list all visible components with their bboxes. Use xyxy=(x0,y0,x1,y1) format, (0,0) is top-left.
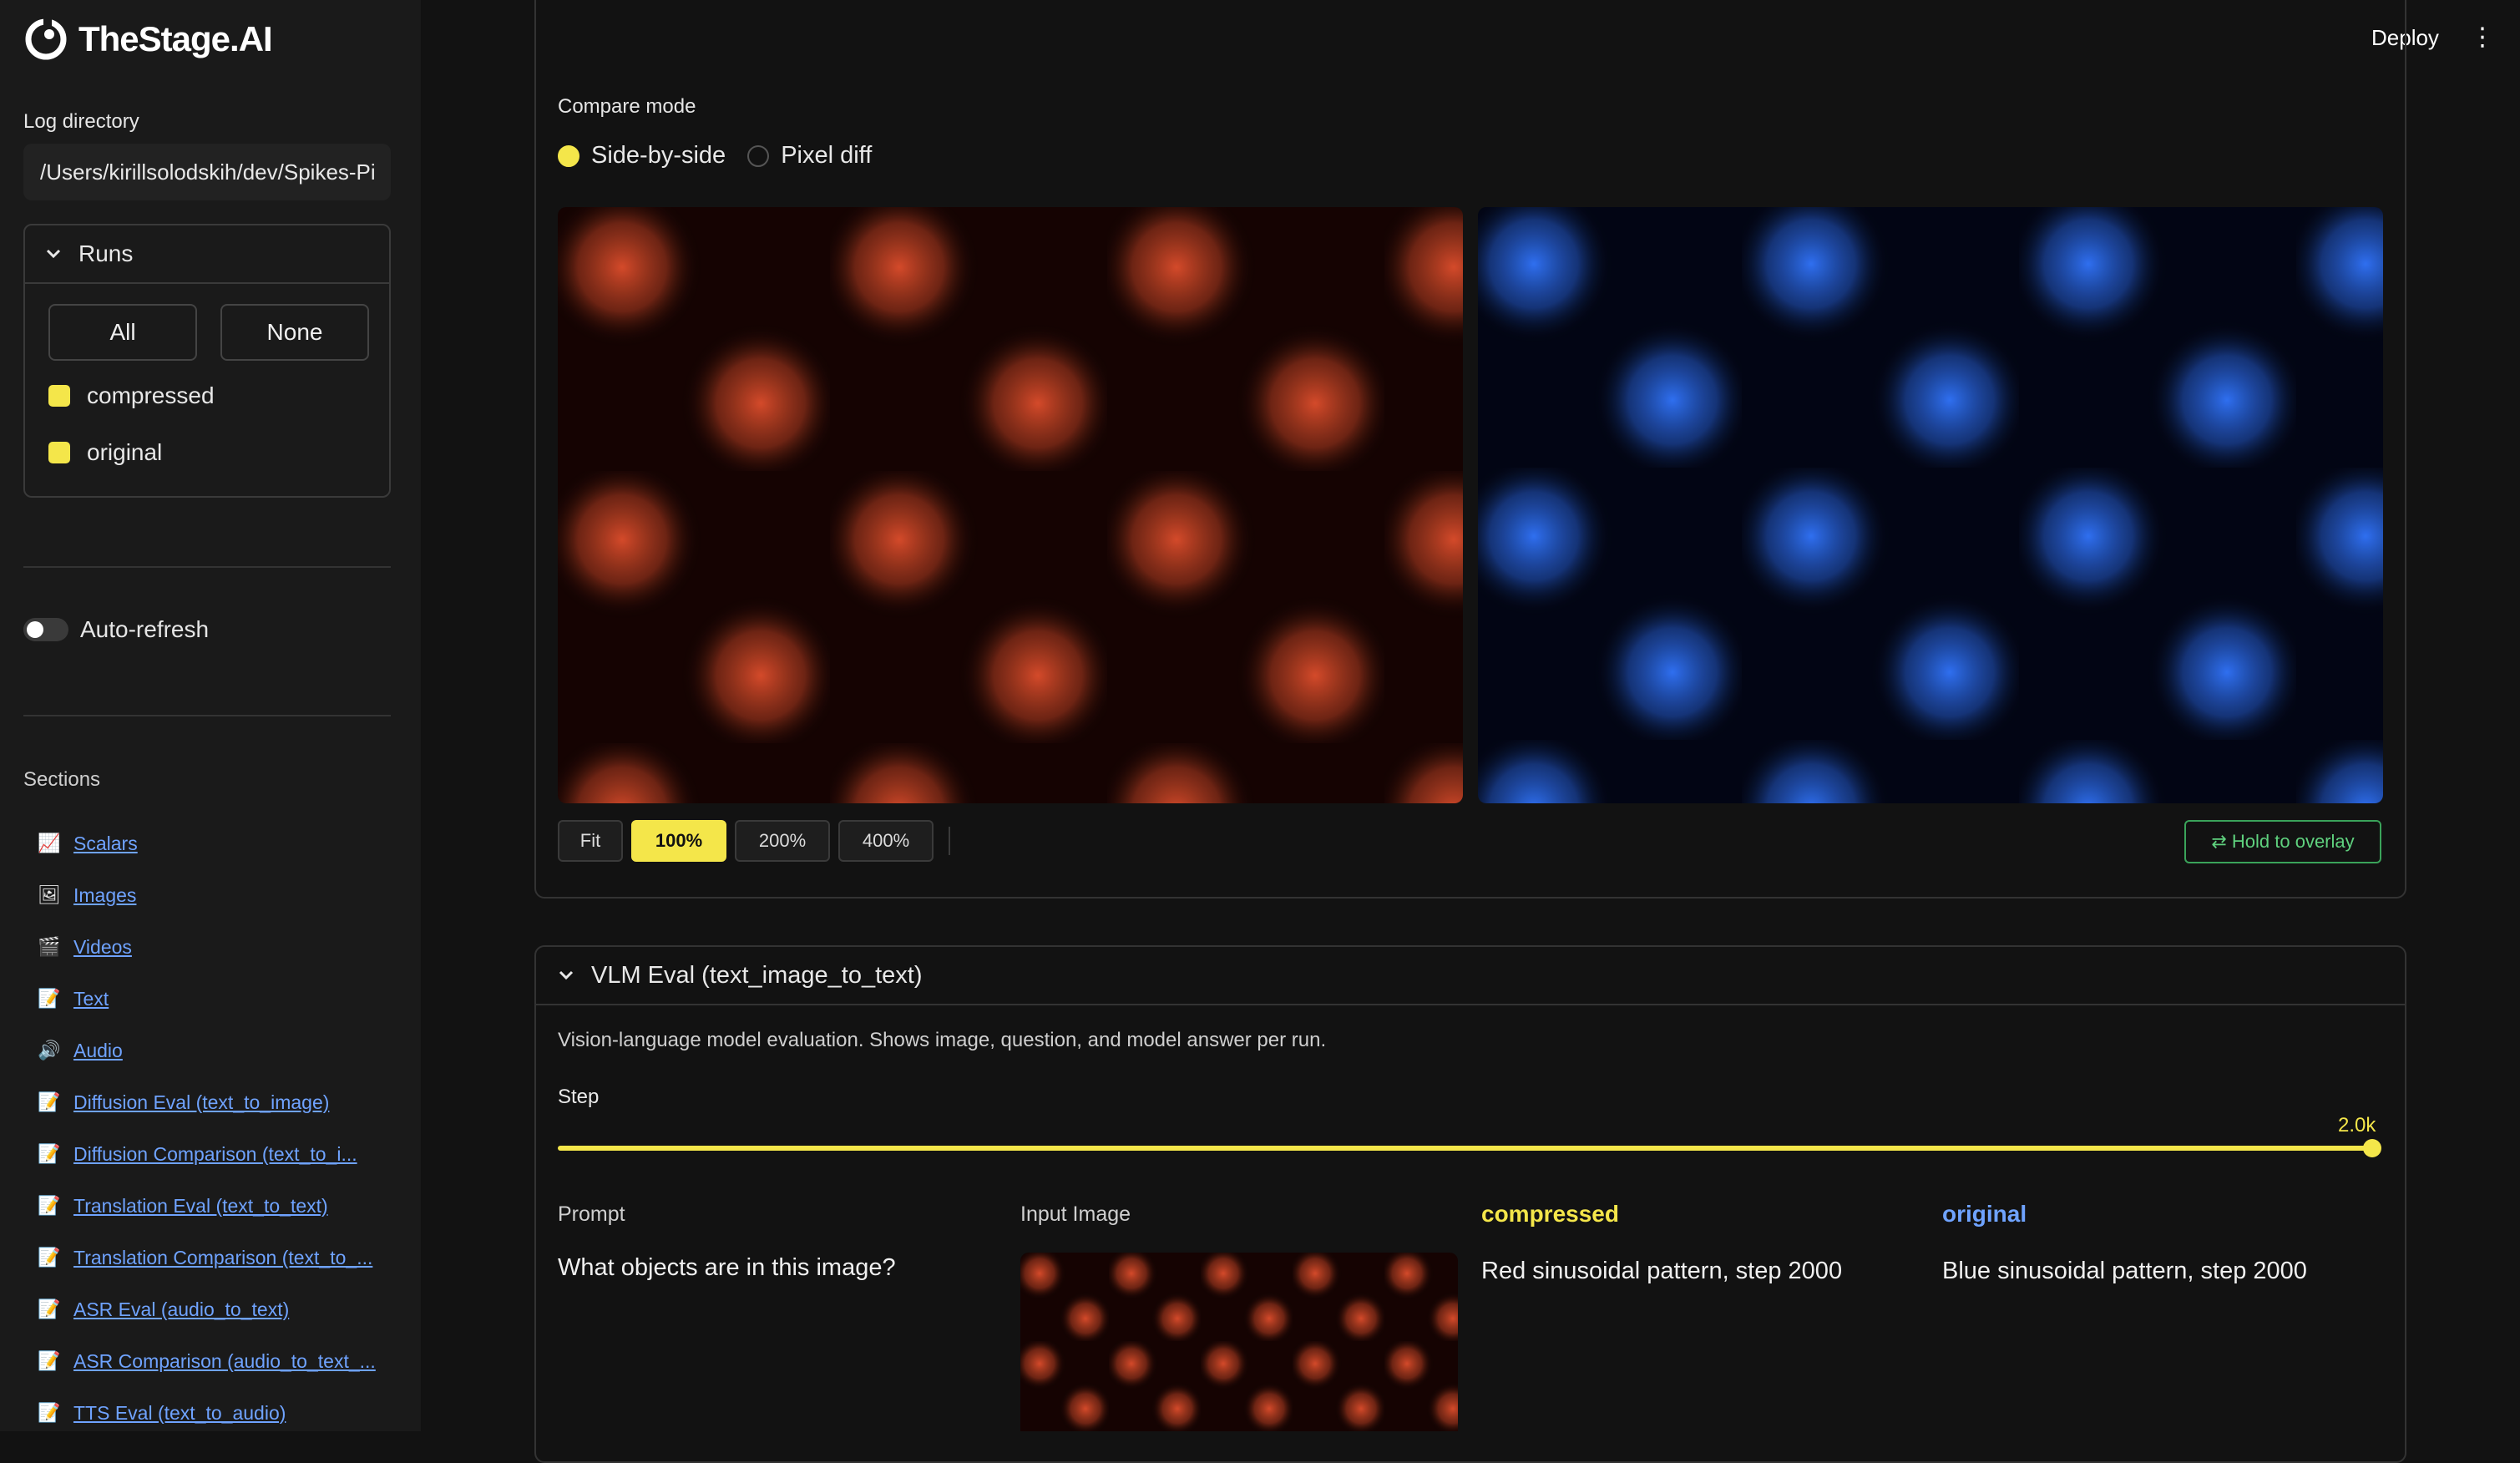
original-answer: Blue sinusoidal pattern, step 2000 xyxy=(1942,1258,2307,1284)
run-checkbox-compressed[interactable] xyxy=(48,385,70,407)
sidebar-item-diffusion-eval[interactable]: 📝 Diffusion Eval (text_to_image) xyxy=(37,1091,329,1114)
compressed-answer: Red sinusoidal pattern, step 2000 xyxy=(1481,1258,1843,1284)
run-label: compressed xyxy=(87,382,215,408)
run-item-original[interactable]: original xyxy=(48,439,162,466)
auto-refresh-label: Auto-refresh xyxy=(80,616,210,642)
sidebar-link[interactable]: Videos xyxy=(73,936,132,959)
vlm-eval-panel: VLM Eval (text_image_to_text) xyxy=(534,945,2406,1463)
column-header-input-image: Input Image xyxy=(1020,1202,1131,1226)
speaker-icon: 🔊 xyxy=(38,1040,61,1061)
memo-icon: 📝 xyxy=(38,1402,61,1423)
step-slider-track[interactable] xyxy=(558,1146,2371,1151)
chevron-down-icon xyxy=(559,970,574,980)
sidebar: TheStage.AI Log directory /Users/kirills… xyxy=(0,0,421,1431)
hold-to-overlay-button[interactable]: ⇄ Hold to overlay xyxy=(2184,820,2381,863)
step-label: Step xyxy=(558,1086,600,1108)
column-header-prompt: Prompt xyxy=(558,1202,625,1226)
memo-icon: 📝 xyxy=(38,988,61,1009)
radio-side-by-side[interactable]: Side-by-side xyxy=(558,142,726,170)
image-icon: 🖼 xyxy=(38,884,61,905)
sidebar-link[interactable]: Translation Comparison (text_to_... xyxy=(73,1247,372,1269)
memo-icon: 📝 xyxy=(38,1247,61,1268)
sidebar-link[interactable]: ASR Eval (audio_to_text) xyxy=(73,1298,289,1321)
vlm-eval-title: VLM Eval (text_image_to_text) xyxy=(591,961,923,989)
more-menu-icon[interactable]: ⋮ xyxy=(2470,25,2495,50)
sidebar-item-diffusion-comparison[interactable]: 📝 Diffusion Comparison (text_to_i... xyxy=(37,1142,357,1166)
sidebar-link[interactable]: Diffusion Comparison (text_to_i... xyxy=(73,1143,357,1166)
logo-icon xyxy=(25,18,67,60)
memo-icon: 📝 xyxy=(38,1091,61,1112)
sidebar-item-tts-eval[interactable]: 📝 TTS Eval (text_to_audio) xyxy=(37,1401,286,1425)
log-directory-label: Log directory xyxy=(23,110,139,133)
step-slider-thumb[interactable] xyxy=(2363,1139,2381,1157)
sidebar-link[interactable]: Scalars xyxy=(73,833,138,855)
compare-mode-radio-group: Side-by-side Pixel diff xyxy=(558,142,872,170)
radio-indicator[interactable] xyxy=(747,144,770,167)
runs-title: Runs xyxy=(78,240,134,266)
zoom-100-button[interactable]: 100% xyxy=(631,820,726,862)
run-label: original xyxy=(87,439,163,465)
sidebar-divider xyxy=(23,566,391,568)
brand-logo[interactable]: TheStage.AI xyxy=(23,17,273,62)
vlm-description: Vision-language model evaluation. Shows … xyxy=(558,1029,1327,1051)
prompt-text: What objects are in this image? xyxy=(558,1254,896,1281)
sidebar-item-asr-eval[interactable]: 📝 ASR Eval (audio_to_text) xyxy=(37,1298,289,1321)
auto-refresh-toggle[interactable] xyxy=(23,618,68,641)
radio-pixel-diff[interactable]: Pixel diff xyxy=(747,142,872,170)
sidebar-item-audio[interactable]: 🔊 Audio xyxy=(37,1039,123,1062)
vlm-eval-header[interactable]: VLM Eval (text_image_to_text) xyxy=(536,947,2405,1005)
memo-icon: 📝 xyxy=(38,1143,61,1164)
step-value: 2.0k xyxy=(2338,1114,2376,1136)
sidebar-item-asr-comparison[interactable]: 📝 ASR Comparison (audio_to_text_... xyxy=(37,1349,376,1373)
radio-label: Side-by-side xyxy=(591,142,726,169)
sidebar-link[interactable]: ASR Comparison (audio_to_text_... xyxy=(73,1350,376,1373)
memo-icon: 📝 xyxy=(38,1298,61,1319)
sidebar-link[interactable]: Audio xyxy=(73,1040,123,1062)
sidebar-item-translation-comparison[interactable]: 📝 Translation Comparison (text_to_... xyxy=(37,1246,372,1269)
sidebar-divider xyxy=(23,715,391,716)
runs-all-button[interactable]: All xyxy=(48,304,197,361)
memo-icon: 📝 xyxy=(38,1195,61,1216)
sidebar-item-images[interactable]: 🖼 Images xyxy=(37,883,136,907)
radio-indicator[interactable] xyxy=(558,144,579,167)
sidebar-item-text[interactable]: 📝 Text xyxy=(37,987,109,1010)
sidebar-link[interactable]: TTS Eval (text_to_audio) xyxy=(73,1402,286,1425)
memo-icon: 📝 xyxy=(38,1350,61,1371)
input-image-thumbnail xyxy=(1020,1253,1458,1431)
compressed-image xyxy=(558,207,1463,803)
sidebar-item-scalars[interactable]: 📈 Scalars xyxy=(37,832,138,855)
compare-mode-label: Compare mode xyxy=(558,95,696,118)
runs-header[interactable]: Runs xyxy=(25,225,389,284)
brand-name: TheStage.AI xyxy=(78,19,273,58)
clapper-icon: 🎬 xyxy=(38,936,61,957)
runs-none-button[interactable]: None xyxy=(220,304,369,361)
sidebar-link[interactable]: Text xyxy=(73,988,109,1010)
original-image xyxy=(1478,207,2383,803)
zoom-fit-button[interactable]: Fit xyxy=(558,820,623,862)
chart-icon: 📈 xyxy=(38,833,61,853)
chevron-down-icon xyxy=(46,249,61,259)
radio-label: Pixel diff xyxy=(781,142,873,169)
sidebar-link[interactable]: Translation Eval (text_to_text) xyxy=(73,1195,328,1217)
zoom-200-button[interactable]: 200% xyxy=(735,820,830,862)
sidebar-link[interactable]: Diffusion Eval (text_to_image) xyxy=(73,1091,329,1114)
sidebar-link[interactable]: Images xyxy=(73,884,136,907)
sidebar-item-translation-eval[interactable]: 📝 Translation Eval (text_to_text) xyxy=(37,1194,328,1217)
zoom-400-button[interactable]: 400% xyxy=(838,820,934,862)
log-directory-input[interactable]: /Users/kirillsolodskih/dev/Spikes-Pi xyxy=(23,144,391,200)
run-checkbox-original[interactable] xyxy=(48,442,70,463)
sidebar-item-videos[interactable]: 🎬 Videos xyxy=(37,935,132,959)
column-header-original: original xyxy=(1942,1201,2027,1227)
sections-label: Sections xyxy=(23,768,101,791)
runs-panel: Runs All None compressed original xyxy=(23,224,391,498)
zoom-separator xyxy=(949,827,950,855)
column-header-compressed: compressed xyxy=(1481,1201,1619,1227)
run-item-compressed[interactable]: compressed xyxy=(48,382,215,409)
